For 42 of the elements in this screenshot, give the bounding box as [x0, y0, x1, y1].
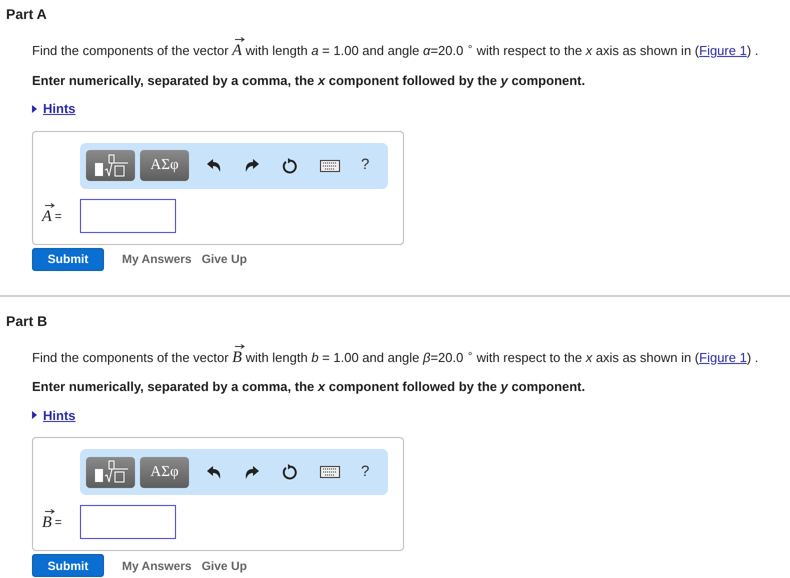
submit-button[interactable]: Submit: [32, 248, 104, 270]
redo-icon[interactable]: [245, 466, 259, 478]
figure-link[interactable]: Figure 1: [699, 43, 747, 58]
answer-link[interactable]: My Answers: [122, 250, 192, 268]
hints-link[interactable]: Hints: [32, 406, 76, 425]
instruction-text: Enter numerically, separated by a comma, the x component followed by the y component.: [32, 72, 586, 90]
submit-button[interactable]: Submit: [32, 554, 104, 577]
templates-icon: [92, 154, 128, 178]
help-button[interactable]: ?: [361, 460, 370, 484]
answer-link[interactable]: Give Up: [202, 250, 247, 268]
question-text: Find the components of the vector A with length a = 1.00 and angle α=20.0 $^{∘}$ with respect to the x axis as shown in (Figure 1) .: [32, 41, 758, 60]
answer-link[interactable]: Give Up: [202, 556, 247, 574]
part-title: Part B: [5, 312, 48, 330]
symbols-button[interactable]: ΑΣφ: [140, 150, 189, 181]
reset-icon[interactable]: [282, 158, 298, 174]
answer-field[interactable]: [80, 198, 176, 232]
symbols-button[interactable]: ΑΣφ: [140, 456, 189, 488]
answer-link[interactable]: My Answers: [122, 556, 192, 574]
answer-label: B =: [42, 513, 80, 531]
vector-arrow-icon: [45, 509, 55, 514]
hints-link[interactable]: Hints: [32, 99, 76, 118]
vector-arrow-icon: [235, 37, 246, 42]
reset-icon[interactable]: [282, 464, 298, 480]
templates-icon: [92, 460, 128, 484]
answer-label: A =: [42, 206, 80, 224]
templates-button[interactable]: [86, 150, 135, 181]
caret-icon: [32, 411, 37, 420]
help-button[interactable]: ?: [361, 154, 370, 177]
figure-link[interactable]: Figure 1: [699, 350, 747, 364]
undo-icon[interactable]: [207, 466, 221, 478]
keyboard-icon[interactable]: [320, 466, 340, 478]
part-title: Part A: [5, 5, 48, 24]
keyboard-icon[interactable]: [320, 160, 340, 172]
instruction-text: Enter numerically, separated by a comma, the x component followed by the y component.: [32, 378, 586, 396]
question-text: Find the components of the vector B with length b = 1.00 and angle β=20.0 $^{∘}$ with respect to the x axis as shown in (Figure 1) .: [32, 348, 758, 367]
vector-arrow-icon: [45, 202, 55, 208]
redo-icon[interactable]: [245, 159, 259, 172]
answer-field[interactable]: [80, 505, 176, 539]
vector-arrow-icon: [235, 344, 246, 348]
caret-icon: [32, 104, 37, 113]
templates-button[interactable]: [86, 456, 135, 488]
undo-icon[interactable]: [207, 159, 221, 172]
